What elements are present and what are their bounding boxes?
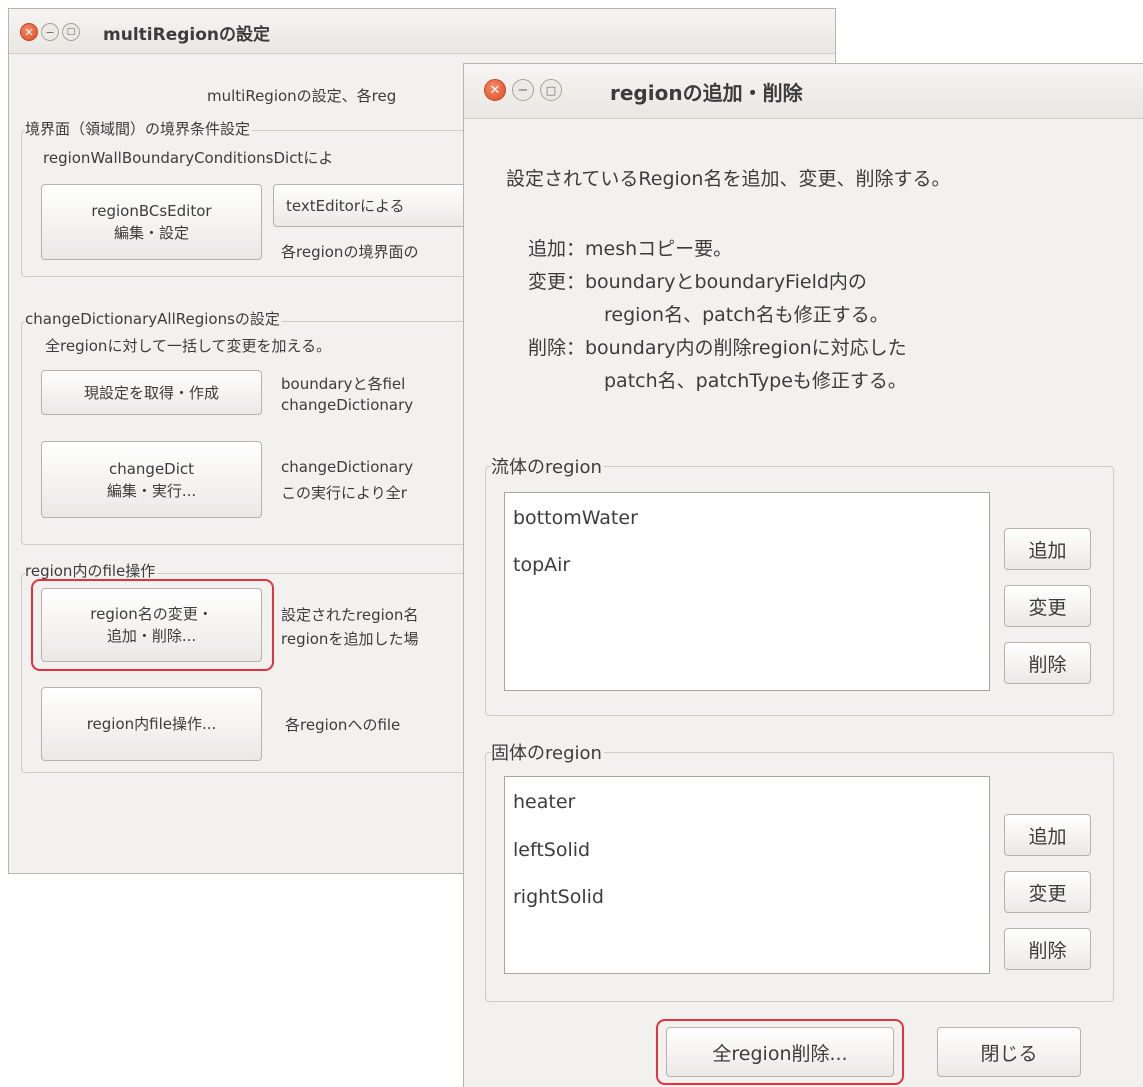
button-label: 削除 (1028, 939, 1067, 962)
fluid-add-button[interactable]: 追加 (1004, 528, 1091, 570)
fluid-change-button[interactable]: 変更 (1004, 585, 1091, 627)
change-dict-note-line2: この実行により全r (281, 484, 407, 502)
get-settings-note-line2: changeDictionary (281, 396, 414, 414)
boundary-note: 各regionの境界面の (281, 243, 419, 261)
close-icon[interactable]: ✕ (20, 23, 38, 41)
button-label: 閉じる (980, 1042, 1038, 1065)
region-bcs-editor-button[interactable]: regionBCsEditor 編集・設定 (41, 184, 262, 260)
button-label: 削除 (1028, 653, 1067, 676)
group-label: 固体のregion (491, 739, 604, 765)
group-label: 流体のregion (491, 453, 604, 479)
button-label-line1: changeDict (108, 459, 195, 478)
group-label: region内のfile操作 (25, 560, 158, 581)
title-bar: ✕ − □ regionの追加・削除 (464, 64, 1143, 119)
region-file-operation-button[interactable]: region内file操作... (41, 687, 262, 761)
intro-text: 設定されているRegion名を追加、変更、削除する。 (506, 168, 951, 190)
change-dict-note-line1: changeDictionary (281, 458, 414, 476)
group-description: regionWallBoundaryConditionsDictによ (43, 149, 334, 167)
region-add-delete-window: ✕ − □ regionの追加・削除 設定されているRegion名を追加、変更、… (463, 63, 1143, 1087)
note-delete: 削除：boundary内の削除regionに対応した (528, 337, 907, 359)
rename-note-line1: 設定されたregion名 (281, 606, 419, 624)
list-item[interactable]: bottomWater (513, 507, 638, 529)
solid-region-list[interactable]: heater leftSolid rightSolid (504, 776, 990, 974)
button-label: 変更 (1028, 596, 1067, 619)
title-bar: ✕ − □ multiRegionの設定 (9, 9, 835, 54)
close-button[interactable]: 閉じる (937, 1027, 1081, 1077)
button-label-line1: regionBCsEditor (91, 202, 212, 220)
delete-all-regions-button[interactable]: 全region削除... (666, 1027, 894, 1077)
note-delete-cont: patch名、patchTypeも修正する。 (604, 370, 907, 392)
fluid-region-list[interactable]: bottomWater topAir (504, 492, 990, 691)
note-change-cont: region名、patch名も修正する。 (604, 304, 889, 326)
button-label: 全region削除... (712, 1042, 848, 1065)
get-settings-note-line1: boundaryと各fiel (281, 375, 406, 393)
button-label: region内file操作... (86, 715, 217, 733)
minimize-icon[interactable]: − (41, 23, 59, 41)
file-op-note: 各regionへのfile (285, 716, 401, 734)
button-label-line1: region名の変更・ (90, 605, 213, 623)
group-description: 全regionに対して一括して変更を加える。 (45, 337, 332, 355)
button-label: 追加 (1028, 825, 1067, 848)
button-label: 変更 (1028, 882, 1067, 905)
header-text: multiRegionの設定、各reg (207, 87, 397, 105)
button-label-line2: 追加・削除... (106, 627, 197, 645)
button-label: 現設定を取得・作成 (83, 383, 219, 402)
window-title: multiRegionの設定 (103, 25, 270, 45)
solid-delete-button[interactable]: 削除 (1004, 928, 1091, 970)
button-label-line2: 編集・設定 (113, 224, 189, 242)
list-item[interactable]: rightSolid (513, 886, 604, 908)
change-dict-button[interactable]: changeDict 編集・実行... (41, 441, 262, 518)
maximize-icon[interactable]: □ (62, 23, 80, 41)
fluid-delete-button[interactable]: 削除 (1004, 642, 1091, 684)
note-change: 変更：boundaryとboundaryField内の (528, 271, 867, 293)
group-label: 境界面（領域間）の境界条件設定 (25, 118, 253, 139)
button-label: 追加 (1028, 539, 1067, 562)
close-icon[interactable]: ✕ (484, 79, 506, 101)
list-item[interactable]: leftSolid (513, 839, 590, 861)
solid-add-button[interactable]: 追加 (1004, 814, 1091, 856)
maximize-icon[interactable]: □ (540, 79, 562, 101)
note-add: 追加：meshコピー要。 (528, 238, 733, 260)
group-label: changeDictionaryAllRegionsの設定 (25, 308, 282, 329)
list-item[interactable]: topAir (513, 554, 570, 576)
button-label-line2: 編集・実行... (106, 481, 197, 500)
rename-region-button[interactable]: region名の変更・ 追加・削除... (41, 588, 262, 662)
list-item[interactable]: heater (513, 791, 575, 813)
rename-note-line2: regionを追加した場 (281, 630, 419, 648)
button-label: textEditorによる (286, 196, 405, 215)
get-current-settings-button[interactable]: 現設定を取得・作成 (41, 370, 262, 415)
solid-change-button[interactable]: 変更 (1004, 871, 1091, 913)
minimize-icon[interactable]: − (512, 79, 534, 101)
window-title: regionの追加・削除 (610, 81, 803, 105)
